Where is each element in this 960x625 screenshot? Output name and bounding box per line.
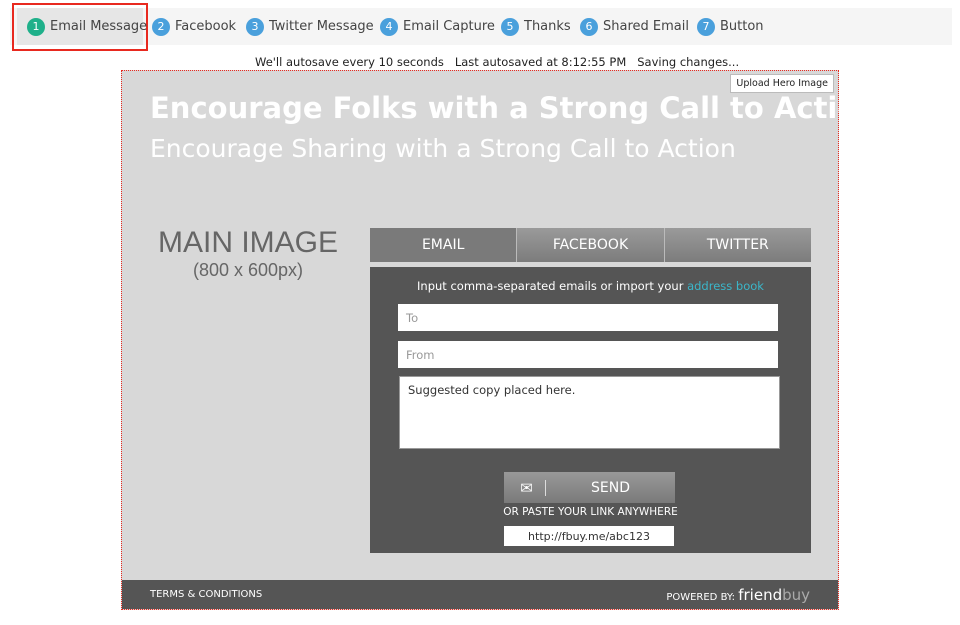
- saving-indicator: Saving changes...: [637, 55, 740, 69]
- step-7[interactable]: 7 Button: [697, 8, 764, 45]
- powered-by: POWERED BY: friendbuy: [666, 586, 810, 604]
- address-book-link[interactable]: address book: [687, 279, 764, 293]
- main-image-label: MAIN IMAGE: [157, 226, 338, 259]
- email-panel: Input comma-separated emails or import y…: [370, 267, 811, 553]
- share-link-field[interactable]: http://fbuy.me/abc123: [504, 526, 674, 546]
- main-image-placeholder[interactable]: MAIN IMAGE (800 x 600px): [152, 226, 344, 281]
- step-number-badge: 7: [697, 17, 715, 36]
- step-label: Shared Email: [603, 19, 689, 34]
- step-label: Facebook: [175, 19, 237, 34]
- step-label: Email Message: [50, 19, 148, 34]
- send-label: SEND: [591, 479, 630, 496]
- step-3[interactable]: 3 Twitter Message: [246, 8, 374, 45]
- to-input[interactable]: To: [398, 304, 778, 331]
- step-number-badge: 4: [380, 17, 398, 36]
- step-number-badge: 6: [580, 17, 598, 36]
- step-number-badge: 3: [246, 17, 264, 36]
- instructions-text: Input comma-separated emails or import y…: [417, 279, 688, 293]
- step-label: Email Capture: [403, 19, 495, 34]
- tab-facebook[interactable]: FACEBOOK: [517, 228, 665, 262]
- envelope-icon: ✉: [508, 479, 546, 496]
- step-1[interactable]: 1 Email Message: [27, 8, 147, 45]
- step-number-badge: 5: [501, 17, 519, 36]
- autosave-interval: We'll autosave every 10 seconds: [255, 55, 444, 69]
- step-number-badge: 1: [27, 17, 45, 36]
- paste-link-label: OR PASTE YOUR LINK ANYWHERE: [370, 506, 811, 518]
- send-button[interactable]: ✉ SEND: [504, 472, 675, 503]
- tab-email[interactable]: EMAIL: [370, 228, 518, 262]
- paste-link-text: OR PASTE YOUR LINK ANYWHERE: [503, 506, 678, 518]
- brand-part-b: buy: [782, 585, 810, 604]
- step-label: Button: [720, 19, 764, 34]
- step-4[interactable]: 4 Email Capture: [380, 8, 495, 45]
- headline[interactable]: Encourage Folks with a Strong Call to Ac…: [150, 91, 878, 125]
- widget-footer: TERMS & CONDITIONS POWERED BY: friendbuy: [122, 580, 838, 609]
- share-tabs: EMAIL FACEBOOK TWITTER: [370, 228, 811, 262]
- from-input[interactable]: From: [398, 341, 778, 368]
- autosave-status: We'll autosave every 10 seconds Last aut…: [255, 55, 739, 69]
- step-5[interactable]: 5 Thanks: [501, 8, 571, 45]
- instructions: Input comma-separated emails or import y…: [370, 279, 811, 293]
- widget-canvas: Upload Hero Image Encourage Folks with a…: [121, 70, 878, 610]
- powered-by-label: POWERED BY:: [666, 591, 736, 603]
- subheadline[interactable]: Encourage Sharing with a Strong Call to …: [150, 134, 736, 163]
- step-label: Twitter Message: [269, 19, 374, 34]
- tab-twitter[interactable]: TWITTER: [664, 228, 811, 262]
- last-autosaved: Last autosaved at 8:12:55 PM: [454, 55, 627, 69]
- step-2[interactable]: 2 Facebook: [152, 8, 236, 45]
- terms-link[interactable]: TERMS & CONDITIONS: [150, 589, 262, 600]
- friendbuy-logo: friendbuy: [738, 586, 810, 604]
- step-label: Thanks: [524, 19, 571, 34]
- step-6[interactable]: 6 Shared Email: [580, 8, 689, 45]
- main-image-size: (800 x 600px): [192, 260, 304, 280]
- step-number-badge: 2: [152, 17, 170, 36]
- brand-part-a: friend: [738, 585, 783, 604]
- message-textarea[interactable]: Suggested copy placed here.: [399, 376, 780, 449]
